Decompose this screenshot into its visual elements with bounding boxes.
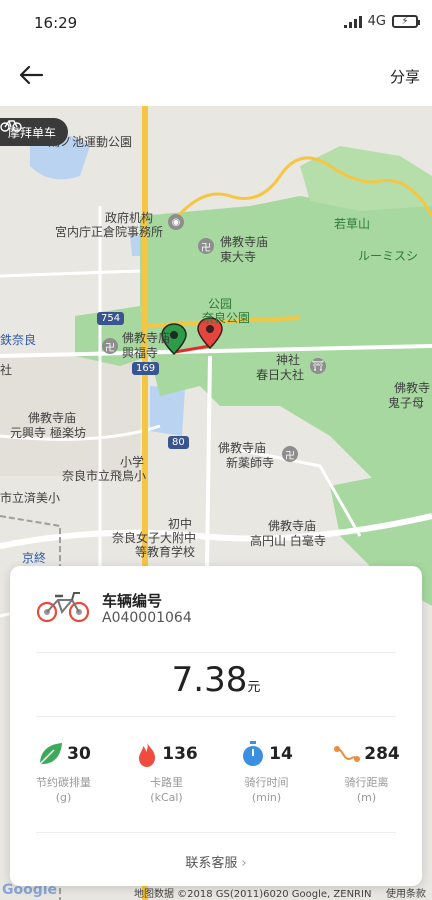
temple-icon: 卍: [198, 238, 214, 254]
map-label-city-school: 市立済美小: [0, 491, 61, 505]
temple-icon: 卍: [102, 338, 118, 354]
map-label-elem-school-name: 奈良市立飛鳥小: [62, 469, 147, 483]
contact-support-button[interactable]: 联系客服 ›: [10, 852, 422, 871]
map-label-gangoji-type: 佛教寺庙: [28, 411, 77, 425]
top-bar: 分享: [0, 44, 432, 106]
shrine-icon: ⛩: [310, 358, 326, 374]
map-label-todaiji: 東大寺: [220, 250, 257, 264]
map-label-todaiji-type: 佛教寺庙: [220, 235, 269, 249]
temple-icon: 卍: [282, 446, 298, 462]
map-label-byakugo: 高円山 白毫寺: [250, 534, 326, 548]
map-label-wakakusa: 若草山: [334, 217, 371, 231]
route-169-shield: 169: [132, 362, 160, 375]
map-label-shin: 新薬師寺: [226, 456, 275, 470]
trip-stats: 30 节约碳排量 (g) 136 卡路里 (kCal) 14 骑行时间 (min…: [10, 736, 422, 816]
duration-unit: (min): [251, 790, 282, 804]
divider: [36, 652, 396, 653]
map-label-temple-right-type: 佛教寺: [394, 381, 431, 395]
carbon-value: 30: [67, 744, 91, 764]
carbon-unit: (g): [55, 790, 72, 804]
map-label-shrine-type: 神社: [276, 353, 301, 367]
back-arrow-icon[interactable]: [18, 64, 44, 86]
distance-value: 284: [364, 744, 400, 764]
map-label-gov: 政府机构: [105, 211, 154, 225]
calories-label: 卡路里: [150, 776, 183, 789]
map-label-station-nara: 鉄奈良: [0, 333, 37, 347]
fare-amount: 7.38元: [10, 660, 422, 700]
calories-unit: (kCal): [150, 790, 183, 804]
map-label-byakugo-type: 佛教寺庙: [268, 519, 317, 533]
status-time: 16:29: [34, 14, 78, 32]
map-label-nara-park: 奈良公園: [202, 311, 251, 325]
leaf-icon: [39, 743, 63, 765]
map-label-gangoji: 元興寺: [10, 426, 47, 440]
terms-link[interactable]: 使用条款: [386, 885, 426, 900]
map-label-shin-type: 佛教寺庙: [218, 441, 267, 455]
divider: [36, 716, 396, 717]
network-type: 4G: [367, 14, 386, 29]
map-label-gokurakubo: 極楽坊: [50, 426, 87, 440]
route-icon: [334, 746, 361, 762]
map-label-middle-name2: 等教育学校: [135, 545, 196, 559]
map-label-kasuga: 春日大社: [256, 368, 305, 382]
chevron-right-icon: ›: [241, 856, 247, 871]
status-icons: 4G ⚡: [343, 14, 420, 29]
bike-number-title: 车辆编号: [102, 592, 163, 610]
calories-value: 136: [162, 744, 198, 764]
signal-icon: [343, 15, 362, 28]
flame-icon: [139, 742, 156, 767]
carbon-label: 节约碳排量: [36, 776, 91, 789]
stat-calories: 136 卡路里 (kCal): [115, 736, 218, 806]
trip-summary-card: 车辆编号 A040001064 7.38元 30 节约碳排量 (g) 136 卡…: [10, 566, 422, 886]
stat-distance: 284 骑行距离 (m): [315, 736, 418, 806]
duration-value: 14: [269, 744, 293, 764]
duration-label: 骑行时间: [244, 776, 289, 789]
map-label-kofukuji-type: 佛教寺庙: [122, 331, 171, 345]
map-data-credit: 地图数据 ©2018 GS(2011)6020 Google, ZENRIN: [134, 889, 372, 900]
bike-number-value: A040001064: [102, 610, 192, 626]
battery-icon: ⚡: [392, 15, 420, 28]
map-label-elem-school: 小学: [120, 455, 145, 469]
map-label-gov-office: 宮内庁正倉院事務所: [55, 225, 164, 239]
share-button[interactable]: 分享: [390, 66, 420, 87]
distance-unit: (m): [356, 790, 377, 804]
map-label-shrine-left: 社: [0, 363, 13, 377]
map-label-kyobate: 京終: [22, 551, 47, 565]
stopwatch-icon: [243, 741, 264, 766]
divider: [36, 832, 396, 833]
map-label-middle-name1: 奈良女子大附中: [112, 531, 197, 545]
map-label-temple-right: 鬼子母: [388, 396, 425, 410]
route-754-shield: 754: [97, 312, 125, 325]
map-label-park: 公园: [208, 297, 233, 311]
government-icon: ◉: [168, 214, 184, 230]
map-label-park-sports: 鴻ノ池運動公園: [48, 135, 133, 149]
status-bar: 16:29 4G ⚡: [0, 0, 432, 44]
stat-duration: 14 骑行时间 (min): [215, 736, 318, 806]
distance-label: 骑行距离: [344, 776, 389, 789]
map-label-rumisshi: ルーミスシ: [358, 249, 419, 263]
map-label-middle: 初中: [168, 517, 193, 531]
bike-image-icon: [36, 592, 90, 623]
stat-carbon: 30 节约碳排量 (g): [12, 736, 115, 806]
route-80-shield: 80: [168, 436, 189, 449]
contact-support-label: 联系客服: [185, 856, 238, 871]
bicycle-icon: [0, 120, 22, 132]
fare-unit: 元: [247, 680, 261, 695]
fare-value: 7.38: [171, 660, 248, 700]
map-label-kofukuji: 興福寺: [122, 346, 159, 360]
